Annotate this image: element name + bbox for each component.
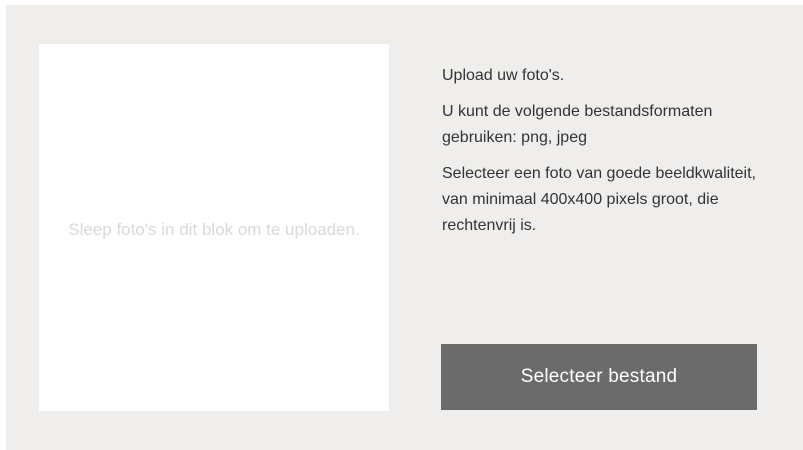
dropzone-instruction: Sleep foto's in dit blok om te uploaden.	[68, 219, 360, 239]
file-formats-text: U kunt de volgende bestandsformaten gebr…	[442, 103, 713, 146]
upload-panel: Sleep foto's in dit blok om te uploaden.…	[6, 5, 803, 450]
photo-dropzone[interactable]: Sleep foto's in dit blok om te uploaden.	[39, 44, 389, 411]
quality-requirements-text: Selecteer een foto van goede beeldkwalit…	[442, 165, 756, 234]
select-file-button[interactable]: Selecteer bestand	[441, 344, 757, 410]
upload-instructions: Upload uw foto's. U kunt de volgende bes…	[442, 63, 772, 249]
upload-intro-text: Upload uw foto's.	[442, 67, 565, 84]
